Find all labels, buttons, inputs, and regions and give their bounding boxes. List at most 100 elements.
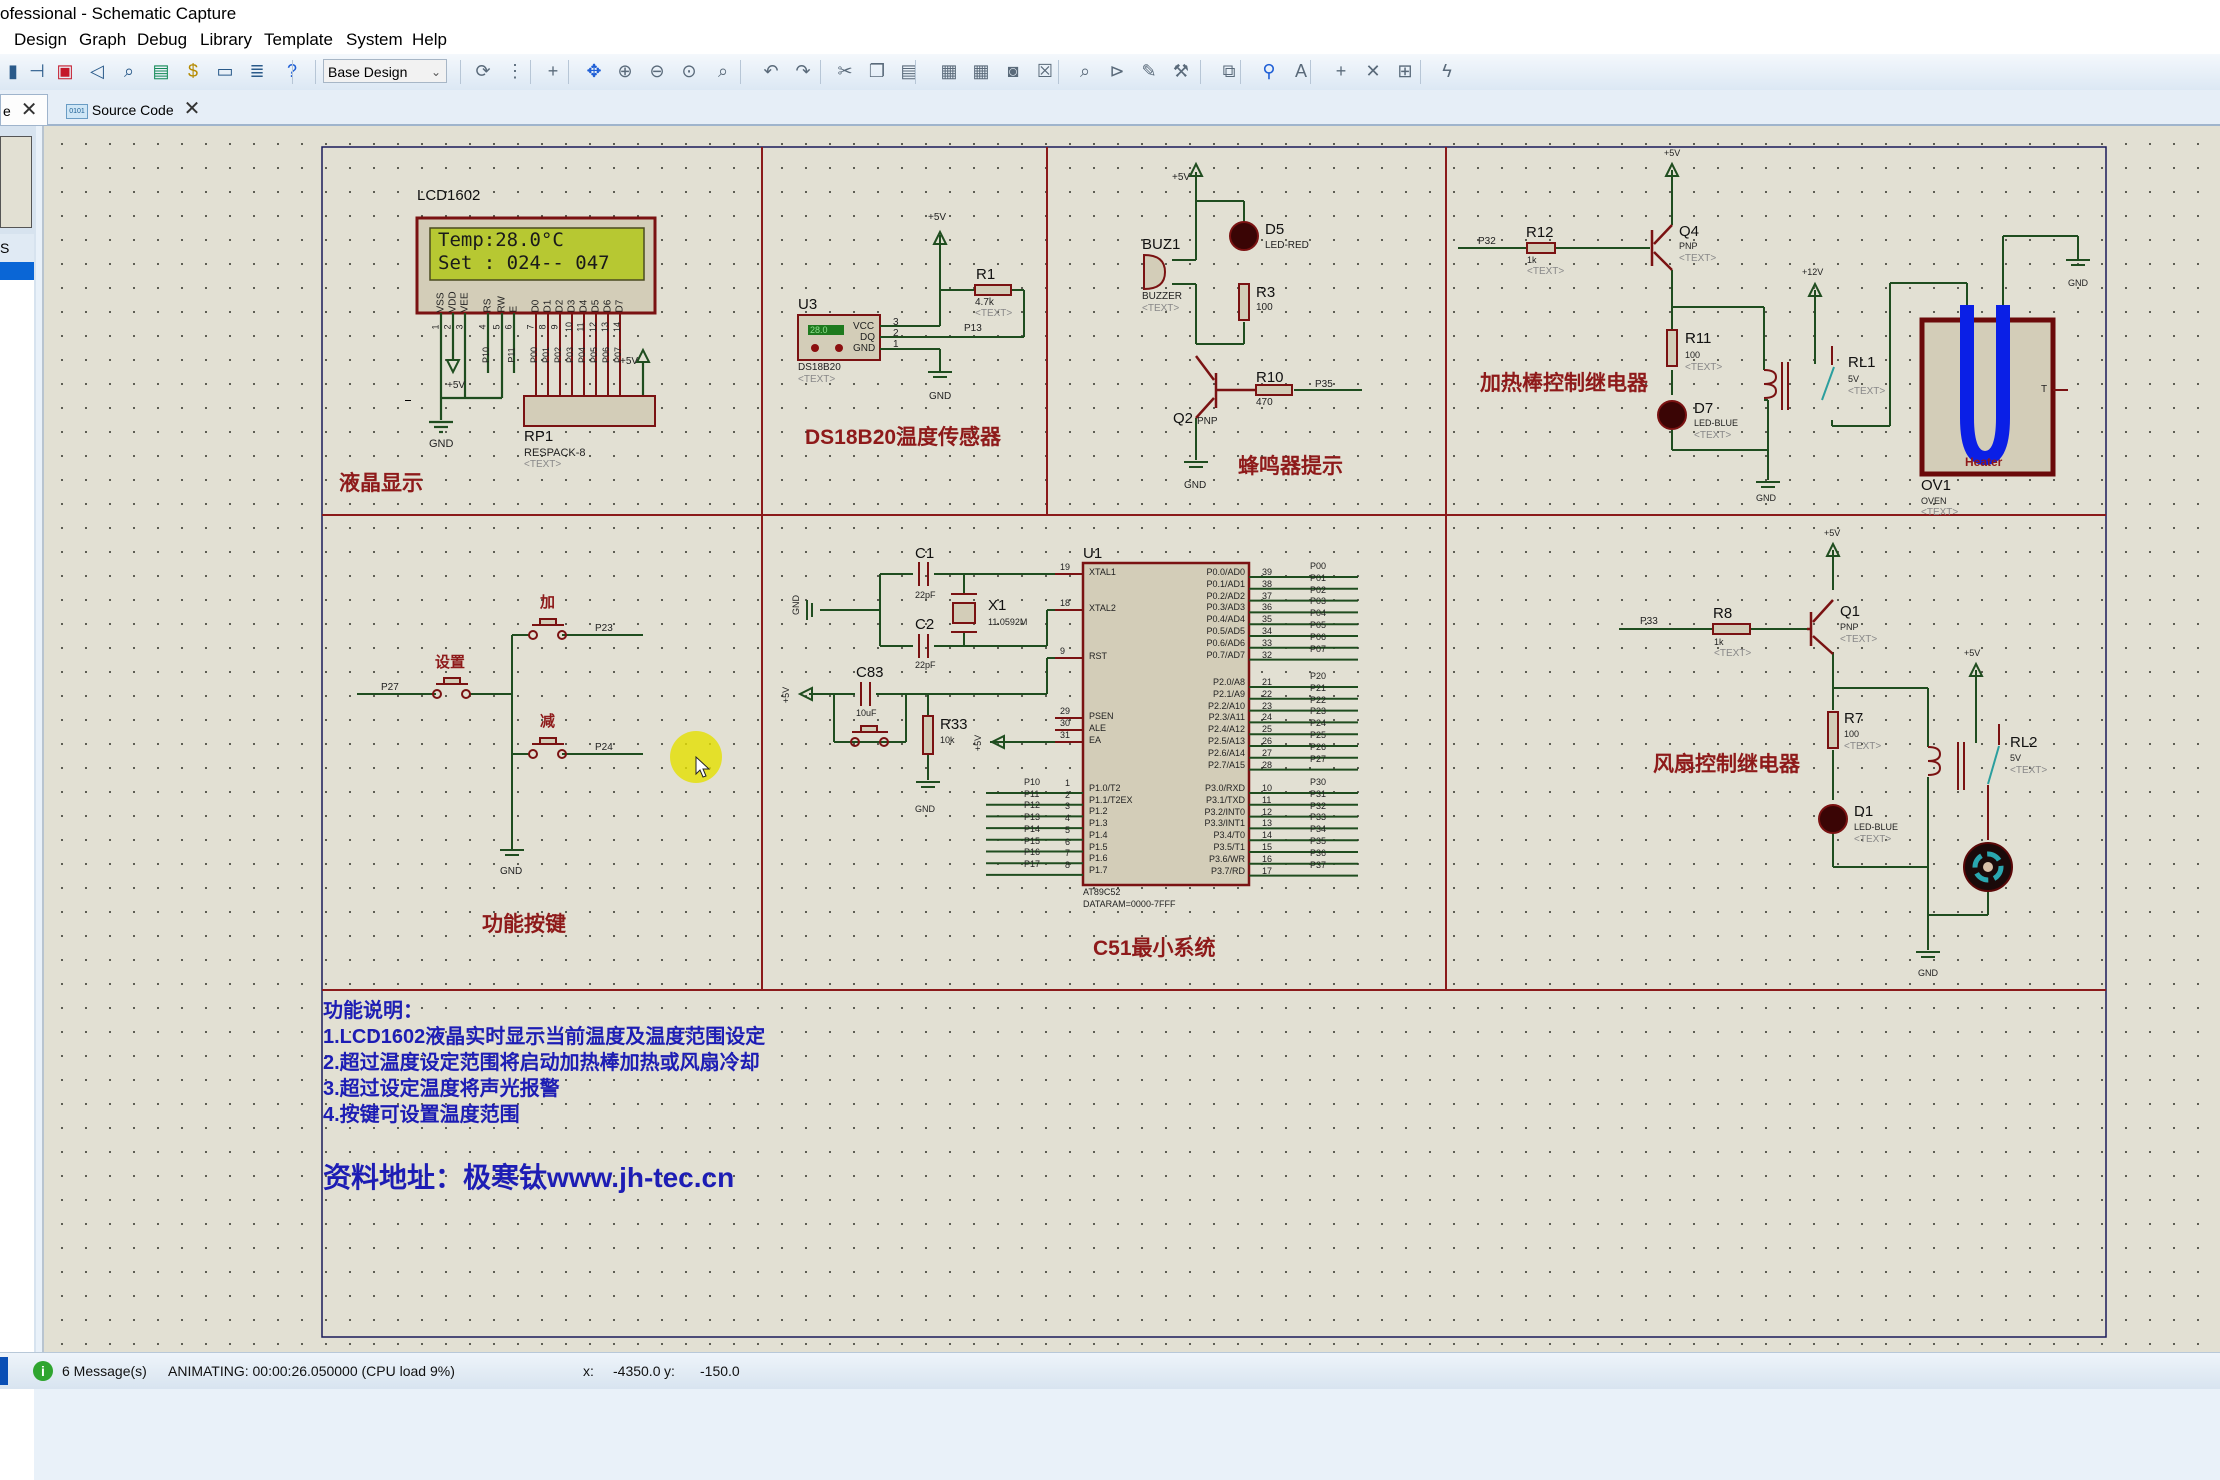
lcd-net-label: P06 <box>601 346 612 364</box>
u1-pin-number: 4 <box>1065 813 1071 824</box>
rl1-relay-icon <box>1781 346 1833 410</box>
q2-value: PNP <box>1197 416 1218 427</box>
key-buttons <box>432 618 567 759</box>
ds18b20-pin-num-3: 3 <box>893 317 899 328</box>
q4-ref: Q4 <box>1679 223 1700 240</box>
mcu-net-label: P26 <box>1310 741 1327 752</box>
mcu-net-label: P12 <box>1024 800 1041 811</box>
fan-vcc-relay: +5V <box>1964 648 1981 658</box>
d7-ref: D7 <box>1694 400 1714 417</box>
u1-pin-number: 5 <box>1065 824 1071 835</box>
u1-pin-port: P3.7/RD <box>1210 865 1245 876</box>
u1-pin-psen: PSEN <box>1089 711 1114 721</box>
u1-pin-number: 38 <box>1262 578 1273 589</box>
u1-pin-number: 35 <box>1262 614 1273 625</box>
q2-ref: Q2 <box>1173 410 1194 427</box>
r12-text: <TEXT> <box>1527 266 1565 277</box>
r3-value: 100 <box>1256 302 1273 313</box>
u1-pin-number: 26 <box>1262 736 1273 746</box>
u1-pin-port: P2.3/A11 <box>1208 712 1245 723</box>
ds18b20-pin-num-2: 2 <box>893 328 899 339</box>
info-icon[interactable]: i <box>33 1361 53 1381</box>
mcu-net-label: P15 <box>1024 835 1041 846</box>
lcd-vcc-label: +5V <box>447 380 466 391</box>
lcd-net-label: P04 <box>577 346 588 364</box>
notes-title: 功能说明： <box>323 1000 423 1022</box>
relay-switch-contact <box>1821 366 1835 401</box>
ov1-text: <TEXT> <box>1921 507 1959 518</box>
lcd-pin-d4: D4 <box>578 299 590 313</box>
message-count[interactable]: 6 Message(s) <box>62 1363 147 1379</box>
lcd-pin-e: E <box>508 305 520 313</box>
r7-resistor <box>1827 711 1839 749</box>
u1-pin-number: 33 <box>1262 637 1273 648</box>
u1-pin-number: 9 <box>1060 646 1066 656</box>
notes-line-1: 1.LCD1602液晶实时显示当前温度及温度范围设定 <box>323 1026 766 1048</box>
c1-value: 22pF <box>915 590 936 600</box>
animation-status: ANIMATING: 00:00:26.050000 (CPU load 9%) <box>168 1363 455 1379</box>
key-set-label: 设置 <box>435 654 466 671</box>
lcd-pin-vdd: VDD <box>447 291 459 313</box>
section-label-ds18b20: DS18B20温度传感器 <box>805 426 1002 449</box>
r8-ref: R8 <box>1713 605 1733 622</box>
u1-pin-number: 37 <box>1262 590 1273 601</box>
fan-net: P33 <box>1640 616 1658 627</box>
mcu-net-label: P04 <box>1310 608 1327 619</box>
lcd-pin-number: 6 <box>503 324 514 330</box>
u1-pin-number: 2 <box>1065 789 1071 800</box>
lcd-net-label: P02 <box>553 346 564 364</box>
rl2-ref: RL2 <box>2010 734 2038 751</box>
u1-pin-number: 27 <box>1262 747 1273 758</box>
mcu-net-label: P17 <box>1024 858 1041 869</box>
coord-y-label: y: <box>664 1363 675 1379</box>
mcu-net-label: P35 <box>1310 836 1327 846</box>
d5-ref: D5 <box>1265 221 1285 238</box>
mcu-net-label: P37 <box>1310 859 1327 870</box>
u1-pin-port: P3.0/RXD <box>1204 783 1245 793</box>
r12-resistor <box>1526 242 1556 254</box>
u1-pin-number: 28 <box>1262 759 1273 770</box>
lcd-pin-number: 4 <box>477 324 488 330</box>
mcu-net-label: P24 <box>1310 718 1327 729</box>
heater-gnd: GND <box>1756 493 1776 503</box>
lcd-pin-number: 7 <box>525 324 536 330</box>
led-blue-icon <box>1818 804 1848 834</box>
lcd-pin-d5: D5 <box>590 299 602 313</box>
lcd-pin-number: 13 <box>600 321 611 333</box>
x1-value: 11.0592M <box>988 617 1028 627</box>
notes-line-4: 4.按键可设置温度范围 <box>323 1104 520 1126</box>
led-red-icon <box>1229 221 1259 251</box>
ds18b20-model: DS18B20 <box>798 362 841 373</box>
u1-pin-number: 22 <box>1262 688 1273 699</box>
mcu-net-label: P05 <box>1310 620 1327 630</box>
u1-pin-number: 23 <box>1262 700 1273 711</box>
notes-line-2: 2.超过温度设定范围将启动加热棒加热或风扇冷却 <box>323 1052 760 1074</box>
u1-pin-number: 34 <box>1262 626 1273 636</box>
osc-gnd: GND <box>791 595 801 615</box>
u1-pin-port: P2.4/A12 <box>1207 724 1245 735</box>
q1-ref: Q1 <box>1840 603 1861 620</box>
u1-pin-number: 12 <box>1262 806 1273 817</box>
buz1-ref: BUZ1 <box>1142 236 1181 253</box>
u1-pin-number: 36 <box>1262 602 1273 613</box>
lcd-pin-vee: VEE <box>459 292 471 313</box>
coord-x-label: x: <box>583 1363 594 1379</box>
d7-text: <TEXT> <box>1694 430 1732 441</box>
q1-transistor-icon <box>1807 599 1834 655</box>
r33-resistor <box>922 715 934 755</box>
key-plus-label: 加 <box>540 594 556 611</box>
mcu-net-label: P30 <box>1310 777 1327 787</box>
u1-pin-number: 24 <box>1262 712 1273 723</box>
rl1-value: 5V <box>1848 374 1860 384</box>
c83-ref: C83 <box>856 664 884 681</box>
lcd-ref: LCD1602 <box>417 187 481 204</box>
ds18b20-pin-vcc: VCC <box>853 321 875 332</box>
u1-pin-port: P2.6/A14 <box>1207 747 1245 758</box>
u1-pin-p1: P1.2 <box>1089 806 1108 817</box>
u1-pin-number: 8 <box>1065 859 1071 870</box>
lcd-pin-number: 8 <box>537 324 548 330</box>
section-label-buzzer: 蜂鸣器提示 <box>1238 455 1343 478</box>
heater-net: P32 <box>1478 236 1496 247</box>
u1-pin-rst: RST <box>1089 651 1107 661</box>
lcd-pin-number: 5 <box>491 324 502 330</box>
